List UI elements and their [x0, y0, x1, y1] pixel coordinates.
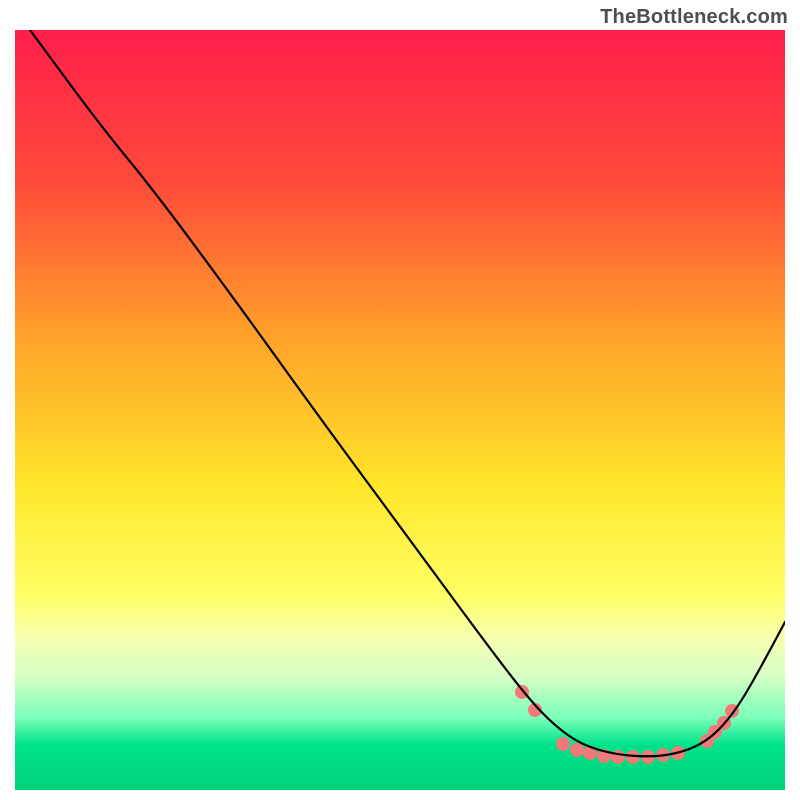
plot-area	[15, 30, 785, 790]
gradient-background	[15, 30, 785, 790]
overlay-dot	[611, 750, 625, 764]
overlay-dot	[556, 737, 570, 751]
chart-frame: TheBottleneck.com	[0, 0, 800, 800]
chart-svg	[15, 30, 785, 790]
watermark-text: TheBottleneck.com	[600, 6, 788, 29]
overlay-dot	[570, 743, 584, 757]
